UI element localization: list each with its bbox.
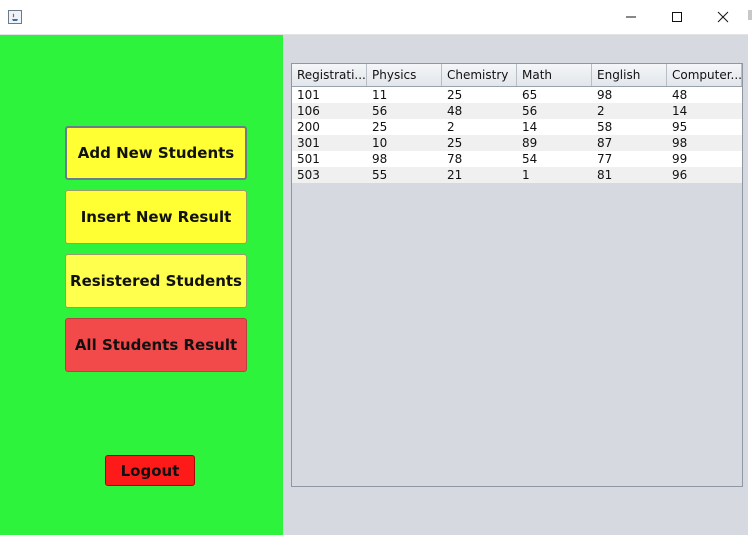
table-row[interactable]: 301 10 25 89 87 98 bbox=[292, 135, 742, 151]
table-cell: 1 bbox=[522, 168, 530, 182]
table-cell: 2 bbox=[447, 120, 455, 134]
table-cell: 101 bbox=[297, 88, 320, 102]
desktop-edge bbox=[748, 0, 752, 535]
table-cell: 25 bbox=[447, 136, 463, 150]
table-cell: 98 bbox=[597, 88, 613, 102]
table-body: 101 11 25 65 98 48 106 56 48 56 2 14 200… bbox=[292, 87, 742, 183]
table-cell: 10 bbox=[372, 136, 388, 150]
column-header-physics[interactable]: Physics bbox=[367, 64, 442, 86]
table-cell: 56 bbox=[372, 104, 388, 118]
table-cell: 98 bbox=[672, 136, 688, 150]
java-app-icon bbox=[8, 10, 22, 24]
column-header-computer[interactable]: Computer... bbox=[667, 64, 742, 86]
table-cell: 87 bbox=[597, 136, 613, 150]
all-students-result-button[interactable]: All Students Result bbox=[65, 318, 247, 372]
table-cell: 89 bbox=[522, 136, 538, 150]
table-cell: 81 bbox=[597, 168, 613, 182]
table-cell: 25 bbox=[447, 88, 463, 102]
maximize-icon bbox=[672, 12, 682, 22]
table-row[interactable]: 101 11 25 65 98 48 bbox=[292, 87, 742, 103]
table-cell: 96 bbox=[672, 168, 688, 182]
desktop-edge-mark bbox=[748, 10, 752, 20]
table-cell: 2 bbox=[597, 104, 605, 118]
table-cell: 48 bbox=[672, 88, 688, 102]
column-header-math[interactable]: Math bbox=[517, 64, 592, 86]
table-cell: 78 bbox=[447, 152, 463, 166]
results-table[interactable]: Registrati... Physics Chemistry Math Eng… bbox=[291, 63, 743, 487]
table-row[interactable]: 106 56 48 56 2 14 bbox=[292, 103, 742, 119]
table-cell: 14 bbox=[672, 104, 688, 118]
table-cell: 200 bbox=[297, 120, 320, 134]
table-cell: 14 bbox=[522, 120, 538, 134]
sidebar: Add New Students Insert New Result Resis… bbox=[0, 35, 283, 535]
maximize-button[interactable] bbox=[654, 0, 700, 34]
table-cell: 99 bbox=[672, 152, 688, 166]
column-header-english[interactable]: English bbox=[592, 64, 667, 86]
table-cell: 21 bbox=[447, 168, 463, 182]
registered-students-button[interactable]: Resistered Students bbox=[65, 254, 247, 308]
column-header-registration[interactable]: Registrati... bbox=[292, 64, 367, 86]
table-row[interactable]: 503 55 21 1 81 96 bbox=[292, 167, 742, 183]
title-bar bbox=[0, 0, 748, 35]
table-cell: 56 bbox=[522, 104, 538, 118]
table-cell: 503 bbox=[297, 168, 320, 182]
table-cell: 95 bbox=[672, 120, 688, 134]
table-row[interactable]: 200 25 2 14 58 95 bbox=[292, 119, 742, 135]
table-cell: 65 bbox=[522, 88, 538, 102]
table-cell: 54 bbox=[522, 152, 538, 166]
table-cell: 98 bbox=[372, 152, 388, 166]
close-icon bbox=[717, 11, 729, 23]
table-cell: 58 bbox=[597, 120, 613, 134]
table-header: Registrati... Physics Chemistry Math Eng… bbox=[292, 64, 742, 87]
table-cell: 55 bbox=[372, 168, 388, 182]
minimize-icon bbox=[626, 16, 636, 18]
table-cell: 48 bbox=[447, 104, 463, 118]
close-button[interactable] bbox=[700, 0, 746, 34]
table-cell: 301 bbox=[297, 136, 320, 150]
logout-button[interactable]: Logout bbox=[105, 455, 195, 486]
table-cell: 77 bbox=[597, 152, 613, 166]
table-cell: 25 bbox=[372, 120, 388, 134]
table-cell: 11 bbox=[372, 88, 388, 102]
column-header-chemistry[interactable]: Chemistry bbox=[442, 64, 517, 86]
table-cell: 106 bbox=[297, 104, 320, 118]
table-row[interactable]: 501 98 78 54 77 99 bbox=[292, 151, 742, 167]
insert-new-result-button[interactable]: Insert New Result bbox=[65, 190, 247, 244]
app-window: Add New Students Insert New Result Resis… bbox=[0, 0, 749, 535]
add-new-students-button[interactable]: Add New Students bbox=[65, 126, 247, 180]
minimize-button[interactable] bbox=[608, 0, 654, 34]
table-cell: 501 bbox=[297, 152, 320, 166]
